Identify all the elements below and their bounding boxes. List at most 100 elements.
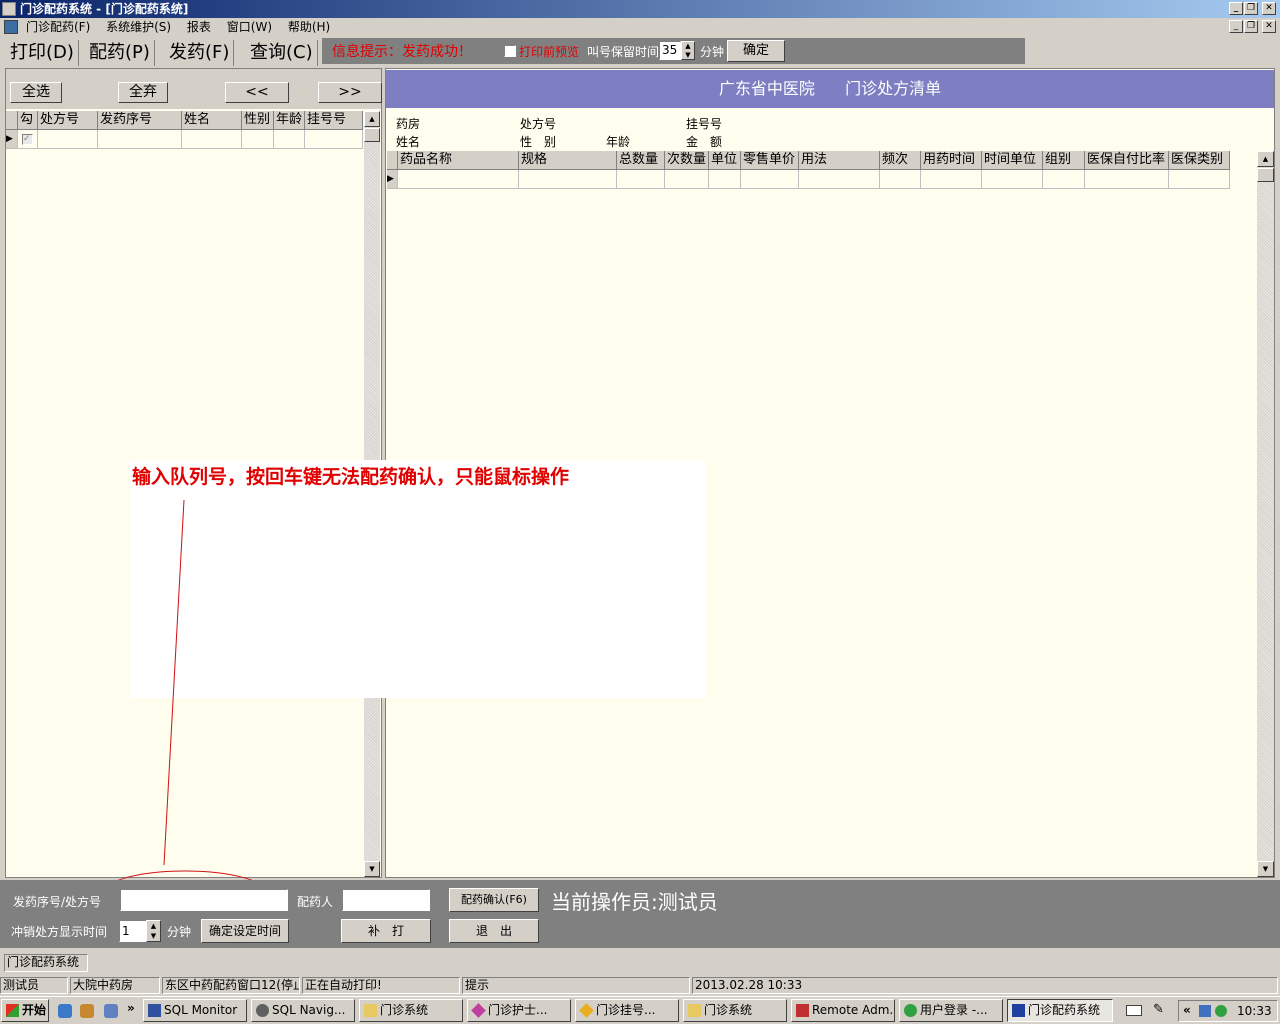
confirm-button[interactable]: 确定 xyxy=(727,40,785,62)
col-retail-price[interactable]: 零售单价 xyxy=(741,151,799,170)
menu-window[interactable]: 窗口(W) xyxy=(227,18,272,36)
scroll-thumb[interactable] xyxy=(364,128,380,142)
quicklaunch-icon[interactable] xyxy=(58,1004,72,1018)
col-insurance-ratio[interactable]: 医保自付比率 xyxy=(1085,151,1169,170)
folder-icon xyxy=(688,1004,701,1017)
task-outpatient-2[interactable]: 门诊系统 xyxy=(683,999,787,1022)
col-check[interactable]: 勾 xyxy=(18,111,38,130)
task-nurse[interactable]: 门诊护士... xyxy=(467,999,571,1022)
cancel-time-input[interactable]: 1 xyxy=(119,920,147,942)
col-registration-no[interactable]: 挂号号 xyxy=(305,111,363,130)
exit-button[interactable]: 退 出 xyxy=(449,919,539,943)
keyboard-icon[interactable] xyxy=(1126,1005,1142,1016)
window-tab[interactable]: 门诊配药系统 xyxy=(4,954,88,972)
col-prescription-no[interactable]: 处方号 xyxy=(38,111,98,130)
task-outpatient-1[interactable]: 门诊系统 xyxy=(359,999,463,1022)
age-label: 年龄 xyxy=(606,135,631,149)
select-all-button[interactable]: 全选 xyxy=(10,82,62,103)
network-icon[interactable] xyxy=(1199,1005,1211,1017)
gear-icon xyxy=(256,1004,269,1017)
task-sql-navigator[interactable]: SQL Navig... xyxy=(251,999,355,1022)
tray-expand-icon[interactable]: « xyxy=(1183,1003,1191,1017)
doc-restore-icon[interactable]: ❐ xyxy=(1244,20,1258,33)
browser-icon xyxy=(904,1004,917,1017)
start-button[interactable]: 开始 xyxy=(1,999,49,1022)
system-tray: « 10:33 xyxy=(1178,1000,1278,1022)
menu-help[interactable]: 帮助(H) xyxy=(288,18,330,36)
col-dispense-seq[interactable]: 发药序号 xyxy=(98,111,182,130)
col-unit[interactable]: 单位 xyxy=(709,151,741,170)
prescription-no-label: 处方号 xyxy=(520,117,557,131)
doc-close-icon[interactable]: ✕ xyxy=(1262,20,1276,33)
quicklaunch-icon[interactable] xyxy=(104,1004,118,1018)
menu-maintenance[interactable]: 系统维护(S) xyxy=(106,18,171,36)
task-login[interactable]: 用户登录 -... xyxy=(899,999,1003,1022)
computer-icon xyxy=(1012,1004,1025,1017)
cancel-time-spinner[interactable]: ▲ ▼ xyxy=(146,920,161,942)
menu-reports[interactable]: 报表 xyxy=(187,18,211,36)
clock: 10:33 xyxy=(1237,1004,1272,1018)
tab-dispense[interactable]: 配药(P) xyxy=(85,40,155,66)
scroll-down-icon[interactable]: ▼ xyxy=(1257,861,1274,877)
col-spec[interactable]: 规格 xyxy=(519,151,617,170)
tab-query[interactable]: 查询(C) xyxy=(246,40,318,66)
tab-print[interactable]: 打印(D) xyxy=(6,40,79,66)
menu-dispense[interactable]: 门诊配药(F) xyxy=(26,18,90,36)
col-total-qty[interactable]: 总数量 xyxy=(617,151,665,170)
tab-issue[interactable]: 发药(F) xyxy=(165,40,235,66)
col-dose-qty[interactable]: 次数量 xyxy=(665,151,709,170)
seq-input[interactable] xyxy=(120,889,288,911)
cancel-minutes-label: 分钟 xyxy=(167,925,192,939)
scroll-thumb[interactable] xyxy=(1257,168,1274,182)
col-dosing-time[interactable]: 用药时间 xyxy=(921,151,982,170)
queue-time-spinner[interactable]: ▲ ▼ xyxy=(681,41,695,60)
task-dispense-system[interactable]: 门诊配药系统 xyxy=(1007,999,1113,1022)
row-indicator-icon: ▶ xyxy=(387,170,398,189)
app-icon xyxy=(2,2,16,16)
set-time-button[interactable]: 确定设定时间 xyxy=(201,919,289,943)
minimize-icon[interactable]: _ xyxy=(1229,2,1243,15)
menu-bar: 门诊配药(F) 系统维护(S) 报表 窗口(W) 帮助(H) _ ❐ ✕ xyxy=(0,18,1280,36)
col-name[interactable]: 姓名 xyxy=(182,111,242,130)
reprint-button[interactable]: 补 打 xyxy=(341,919,431,943)
chevron-icon[interactable]: » xyxy=(127,1001,135,1015)
row-checkbox[interactable]: ✓ xyxy=(18,130,38,149)
col-time-unit[interactable]: 时间单位 xyxy=(982,151,1043,170)
doc-icon xyxy=(4,20,18,34)
table-row[interactable] xyxy=(398,170,519,189)
col-usage[interactable]: 用法 xyxy=(799,151,880,170)
restore-icon[interactable]: ❐ xyxy=(1244,2,1258,15)
col-insurance-type[interactable]: 医保类别 xyxy=(1169,151,1230,170)
dispense-confirm-button[interactable]: 配药确认(F6) xyxy=(449,888,539,912)
print-preview-checkbox[interactable] xyxy=(504,45,516,57)
windows-logo-icon xyxy=(6,1004,19,1017)
pen-icon[interactable]: ✎ xyxy=(1153,1002,1164,1017)
table-row[interactable] xyxy=(38,130,98,149)
scroll-down-icon[interactable]: ▼ xyxy=(364,861,380,877)
col-drug-name[interactable]: 药品名称 xyxy=(398,151,519,170)
col-frequency[interactable]: 频次 xyxy=(880,151,921,170)
task-remote-admin[interactable]: Remote Adm... xyxy=(791,999,895,1022)
right-scrollbar[interactable]: ▲ ▼ xyxy=(1257,151,1274,877)
col-age[interactable]: 年龄 xyxy=(274,111,305,130)
queue-time-input[interactable]: 35 xyxy=(659,41,681,60)
task-sql-monitor[interactable]: SQL Monitor xyxy=(143,999,247,1022)
close-icon[interactable]: ✕ xyxy=(1262,2,1276,15)
task-registration[interactable]: 门诊挂号... xyxy=(575,999,679,1022)
scroll-up-icon[interactable]: ▲ xyxy=(1257,151,1274,167)
doc-minimize-icon[interactable]: _ xyxy=(1229,20,1243,33)
bottom-panel: 发药序号/处方号 配药人 配药确认(F6) 当前操作员:测试员 冲销处方显示时间… xyxy=(0,880,1280,948)
dispenser-input[interactable] xyxy=(342,889,430,911)
tray-app-icon[interactable] xyxy=(1215,1005,1227,1017)
list-header: 广东省中医院 门诊处方清单 xyxy=(386,70,1274,108)
next-page-button[interactable]: >> xyxy=(318,82,382,103)
col-group[interactable]: 组别 xyxy=(1043,151,1085,170)
gender-label: 性 别 xyxy=(520,135,557,149)
row-indicator-icon: ▶ xyxy=(6,130,18,149)
discard-all-button[interactable]: 全弃 xyxy=(118,82,168,103)
scroll-up-icon[interactable]: ▲ xyxy=(364,111,380,127)
quicklaunch-icon[interactable] xyxy=(80,1004,94,1018)
prev-page-button[interactable]: << xyxy=(225,82,289,103)
status-user: 测试员 xyxy=(0,977,68,994)
col-gender[interactable]: 性别 xyxy=(242,111,274,130)
